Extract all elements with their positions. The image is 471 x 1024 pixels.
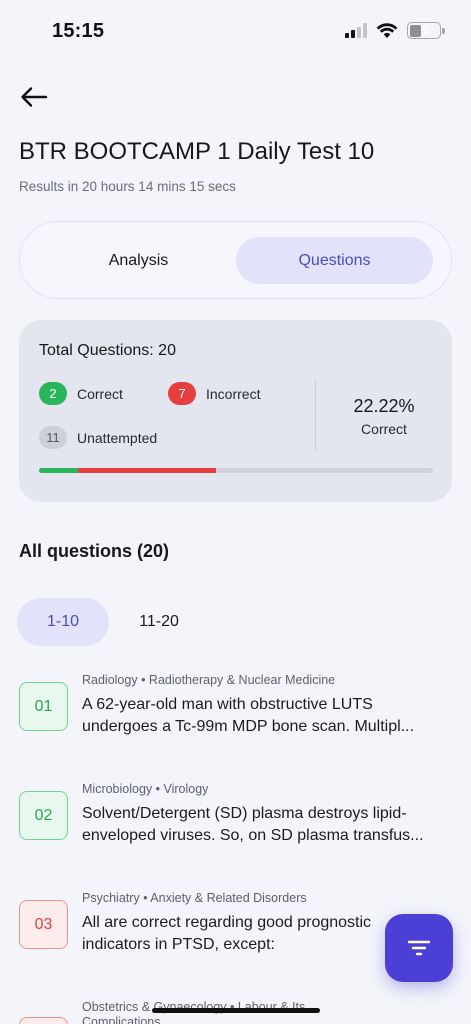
question-number: 04 [19, 1017, 68, 1024]
question-subject: Radiology [82, 673, 138, 687]
status-icons: 5 [345, 22, 445, 39]
results-countdown: Results in 20 hours 14 mins 15 secs [19, 179, 236, 194]
percent-correct-value: 22.22% [353, 396, 415, 416]
question-number: 03 [19, 900, 68, 949]
question-item[interactable]: 01 Radiology • Radiotherapy & Nuclear Me… [0, 672, 471, 762]
question-topic: Anxiety & Related Disorders [150, 891, 307, 905]
range-tab-11-20[interactable]: 11-20 [113, 598, 205, 646]
score-progress-bar [39, 468, 433, 473]
cellular-signal-icon [345, 23, 367, 38]
question-meta: Radiology • Radiotherapy & Nuclear Medic… [82, 673, 336, 687]
question-item[interactable]: 02 Microbiology • Virology Solvent/Deter… [0, 781, 471, 871]
stat-correct: 2 Correct [39, 382, 123, 405]
arrow-left-icon [21, 87, 48, 107]
unattempted-label: Unattempted [77, 429, 158, 446]
status-bar: 15:15 5 [0, 0, 471, 62]
question-number: 02 [19, 791, 68, 840]
percent-correct-label: Correct [361, 421, 407, 437]
stat-incorrect: 7 Incorrect [168, 382, 260, 405]
question-topic: Radiotherapy & Nuclear Medicine [148, 673, 336, 687]
all-questions-heading: All questions (20) [19, 541, 170, 561]
question-text-line: enveloped viruses. So, on SD plasma tran… [82, 827, 424, 844]
filter-icon [407, 940, 431, 956]
wifi-icon [376, 22, 398, 38]
question-meta: Microbiology • Virology [82, 782, 209, 796]
page-title: BTR BOOTCAMP 1 Daily Test 10 [19, 138, 375, 165]
question-meta: Psychiatry • Anxiety & Related Disorders [82, 891, 307, 905]
card-divider [315, 380, 316, 450]
question-meta-continued: Complications [82, 1015, 161, 1024]
incorrect-label: Incorrect [206, 385, 261, 402]
question-text: A 62-year-old man with obstructive LUTS … [82, 694, 457, 738]
correct-label: Correct [77, 385, 123, 402]
question-text-line: Solvent/Detergent (SD) plasma destroys l… [82, 805, 407, 822]
question-text: Solvent/Detergent (SD) plasma destroys l… [82, 803, 457, 847]
question-subject: Psychiatry [82, 891, 140, 905]
battery-icon: 5 [407, 22, 445, 39]
incorrect-count-badge: 7 [168, 382, 196, 405]
tab-switch: Analysis Questions [19, 221, 452, 299]
summary-card: Total Questions: 20 2 Correct 7 Incorrec… [19, 320, 452, 502]
status-time: 15:15 [52, 20, 105, 42]
correct-count-badge: 2 [39, 382, 67, 405]
progress-correct-segment [39, 468, 79, 473]
stat-unattempted: 11 Unattempted [39, 426, 157, 449]
question-number: 01 [19, 682, 68, 731]
battery-level: 5 [420, 23, 428, 37]
question-text-line: undergoes a Tc-99m MDP bone scan. Multip… [82, 718, 415, 735]
question-topic: Virology [163, 782, 209, 796]
range-tab-1-10[interactable]: 1-10 [17, 598, 109, 646]
progress-incorrect-segment [78, 468, 217, 473]
filter-button[interactable] [385, 914, 453, 982]
total-questions: Total Questions: 20 [39, 342, 176, 359]
tab-analysis[interactable]: Analysis [40, 237, 237, 284]
home-indicator [152, 1008, 320, 1013]
back-button[interactable] [20, 82, 54, 112]
tab-questions[interactable]: Questions [236, 237, 433, 284]
unattempted-count-badge: 11 [39, 426, 67, 449]
question-text-line: A 62-year-old man with obstructive LUTS [82, 696, 373, 713]
question-subject: Microbiology [82, 782, 153, 796]
